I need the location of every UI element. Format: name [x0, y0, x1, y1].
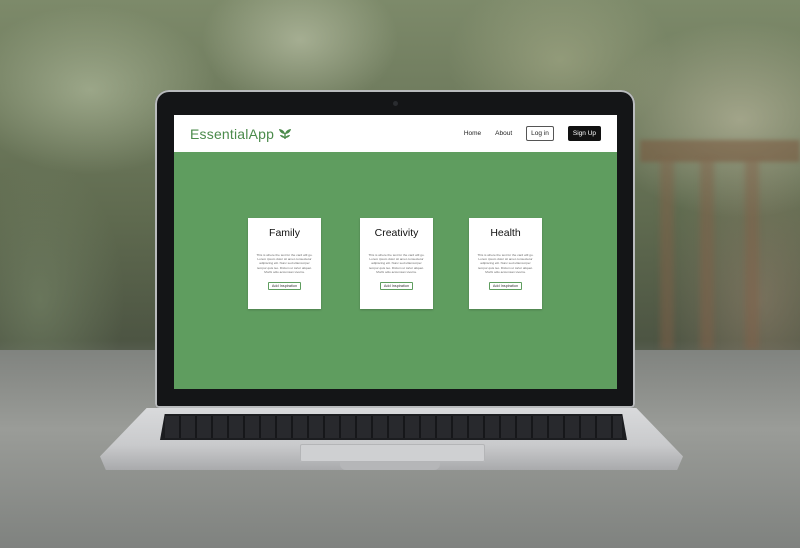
card-health: Health This is where the text for the ca…: [469, 218, 542, 309]
nav-links: Home About Log in Sign Up: [464, 126, 601, 141]
nav-about-link[interactable]: About: [495, 130, 512, 137]
card-title: Health: [490, 227, 521, 239]
logo-text: EssentialApp: [190, 125, 275, 142]
card-body: This is where the text for the card will…: [368, 253, 425, 274]
keyboard-keys: [165, 416, 622, 438]
add-inspiration-button[interactable]: Add Inspiration: [488, 282, 523, 291]
nav-home-link[interactable]: Home: [464, 130, 481, 137]
card-family: Family This is where the text for the ca…: [248, 218, 321, 309]
trackpad: [300, 444, 485, 462]
add-inspiration-button[interactable]: Add Inspiration: [267, 282, 302, 291]
background-post: [745, 160, 759, 350]
card-body: This is where the text for the card will…: [477, 253, 534, 274]
card-body: This is where the text for the card will…: [256, 253, 313, 274]
background-post: [700, 160, 714, 350]
navbar: EssentialApp Home About Log in Sign Up: [174, 115, 617, 152]
card-title: Creativity: [374, 227, 419, 239]
add-inspiration-button[interactable]: Add Inspiration: [379, 282, 414, 291]
card-creativity: Creativity This is where the text for th…: [360, 218, 433, 309]
logo[interactable]: EssentialApp: [190, 126, 292, 142]
signup-button[interactable]: Sign Up: [567, 126, 601, 141]
laptop-screen: EssentialApp Home About Log in Sign Up F…: [174, 115, 617, 389]
card-title: Family: [269, 227, 300, 239]
laptop-front-notch: [340, 462, 440, 470]
login-button[interactable]: Log in: [526, 126, 554, 141]
webcam: [393, 101, 398, 106]
background-post: [660, 160, 674, 350]
leaf-sprout-icon: [279, 128, 292, 139]
background-railing: [640, 140, 800, 162]
